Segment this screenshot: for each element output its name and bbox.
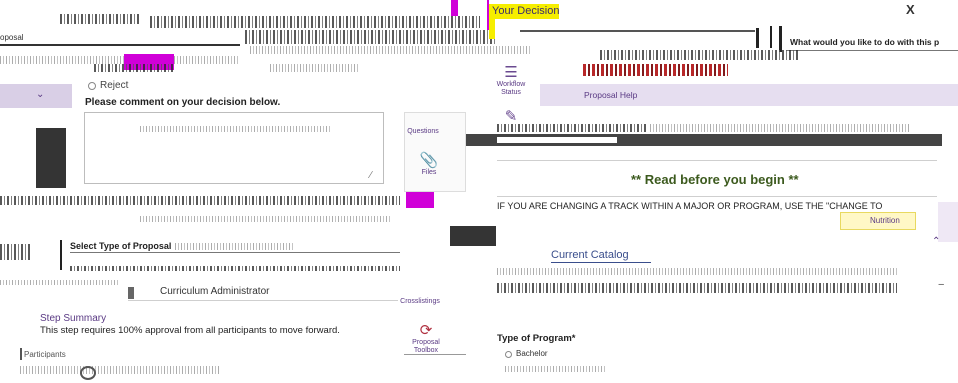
workflow-status-tool[interactable]: ☰ Workflow Status — [489, 64, 533, 97]
participants-label: Participants — [24, 350, 66, 359]
left-edge-noise — [0, 244, 30, 260]
catalog-noise-1 — [497, 268, 897, 275]
paperclip-icon: 📎 — [419, 152, 439, 169]
crosslistings-label: Crosslistings — [400, 298, 440, 305]
select-type-noise — [175, 243, 295, 250]
question-vbar-1 — [756, 28, 759, 48]
questions-tool[interactable]: Questions — [401, 128, 445, 136]
dialog-title-rule — [520, 30, 755, 32]
select-type-rule — [70, 252, 400, 253]
header-noise-title — [150, 16, 480, 28]
files-label: Files — [421, 169, 437, 176]
reject-label: Reject — [100, 80, 129, 91]
right-warning-noise — [600, 50, 800, 60]
list-icon: ☰ — [504, 64, 518, 81]
crosslistings-tool[interactable]: Crosslistings — [398, 298, 442, 306]
step-owner-rule — [128, 300, 398, 301]
avatar[interactable] — [80, 366, 96, 380]
program-option-label: Bachelor — [516, 349, 548, 358]
magenta-block-2 — [406, 192, 434, 208]
reject-radio[interactable] — [88, 82, 96, 90]
toolbox-icon: ⟳ — [419, 322, 433, 339]
program-radio[interactable] — [505, 351, 512, 358]
textarea-resize-handle[interactable]: ∕ — [370, 170, 372, 181]
workflow-status-label: Workflow Status — [496, 81, 526, 96]
header-noise-line2 — [0, 56, 240, 64]
right-red-noise — [583, 64, 728, 76]
left-noise-row2 — [140, 216, 390, 222]
magenta-block-4 — [487, 0, 489, 30]
program-noise — [505, 366, 605, 372]
participants-noise — [20, 366, 220, 374]
left-noise-row — [0, 196, 400, 205]
chevron-down-icon[interactable]: ⌄ — [36, 89, 44, 100]
header-noise-line — [250, 46, 530, 54]
participants-vbar — [20, 348, 22, 360]
warning-text: IF YOU ARE CHANGING A TRACK WITHIN A MAJ… — [497, 201, 883, 211]
proposal-underline — [0, 44, 240, 46]
select-type-vbar — [60, 240, 62, 270]
row-noise-a — [70, 266, 400, 271]
edit-tool[interactable]: ✎ — [489, 108, 533, 125]
read-before-heading: ** Read before you begin ** — [631, 172, 799, 187]
textarea-noise — [140, 126, 330, 132]
question-label: What would you like to do with this p — [790, 37, 940, 47]
header-noise-left — [60, 14, 140, 24]
option-row-noise2 — [270, 64, 360, 72]
current-catalog-heading: Current Catalog — [551, 249, 629, 261]
right-mid-noise — [497, 124, 647, 132]
proposal-label: oposal — [0, 33, 24, 42]
edge-block — [938, 202, 958, 242]
comment-label: Please comment on your decision below. — [85, 97, 281, 108]
overlay-block-left — [36, 128, 66, 188]
pencil-icon: ✎ — [504, 108, 518, 125]
proposal-help-label: Proposal Help — [584, 90, 638, 100]
bottom-sep — [404, 354, 466, 355]
step-owner-bar — [128, 287, 134, 299]
close-icon[interactable]: X — [906, 2, 915, 17]
rule-1 — [497, 160, 937, 161]
proposal-toolbox-tool[interactable]: ⟳ Proposal Toolbox — [404, 322, 448, 355]
magenta-block-3 — [451, 0, 458, 16]
questions-label: Questions — [407, 128, 439, 135]
comment-textarea[interactable] — [84, 112, 384, 184]
side-badge-label: Nutrition — [870, 216, 900, 225]
step-summary-text: This step requires 100% approval from al… — [40, 325, 340, 336]
right-caret-icon[interactable]: ⌃ — [932, 236, 940, 247]
option-row-noise — [94, 64, 174, 72]
step-owner: Curriculum Administrator — [160, 286, 270, 297]
question-rule — [786, 50, 958, 51]
right-mid-noise2 — [650, 124, 910, 132]
proposal-toolbox-label: Proposal Toolbox — [412, 339, 440, 354]
mid-dark-block — [450, 226, 496, 246]
catalog-rule — [551, 262, 651, 263]
rule-2 — [497, 196, 937, 197]
step-summary-title: Step Summary — [40, 313, 107, 324]
white-strip — [497, 137, 617, 143]
row-noise-b — [0, 280, 120, 285]
files-tool[interactable]: 📎 Files — [407, 152, 451, 177]
question-vbar-3 — [779, 26, 782, 52]
header-noise-sub — [245, 30, 495, 44]
dialog-title-yellow-bar — [489, 19, 495, 39]
question-vbar-2 — [770, 26, 772, 48]
select-type-label: Select Type of Proposal — [70, 241, 172, 251]
dialog-title-text: Your Decision — [492, 5, 560, 17]
minus-icon[interactable]: − — [938, 279, 944, 291]
type-of-program-label: Type of Program* — [497, 333, 576, 344]
catalog-noise-2 — [497, 283, 897, 293]
